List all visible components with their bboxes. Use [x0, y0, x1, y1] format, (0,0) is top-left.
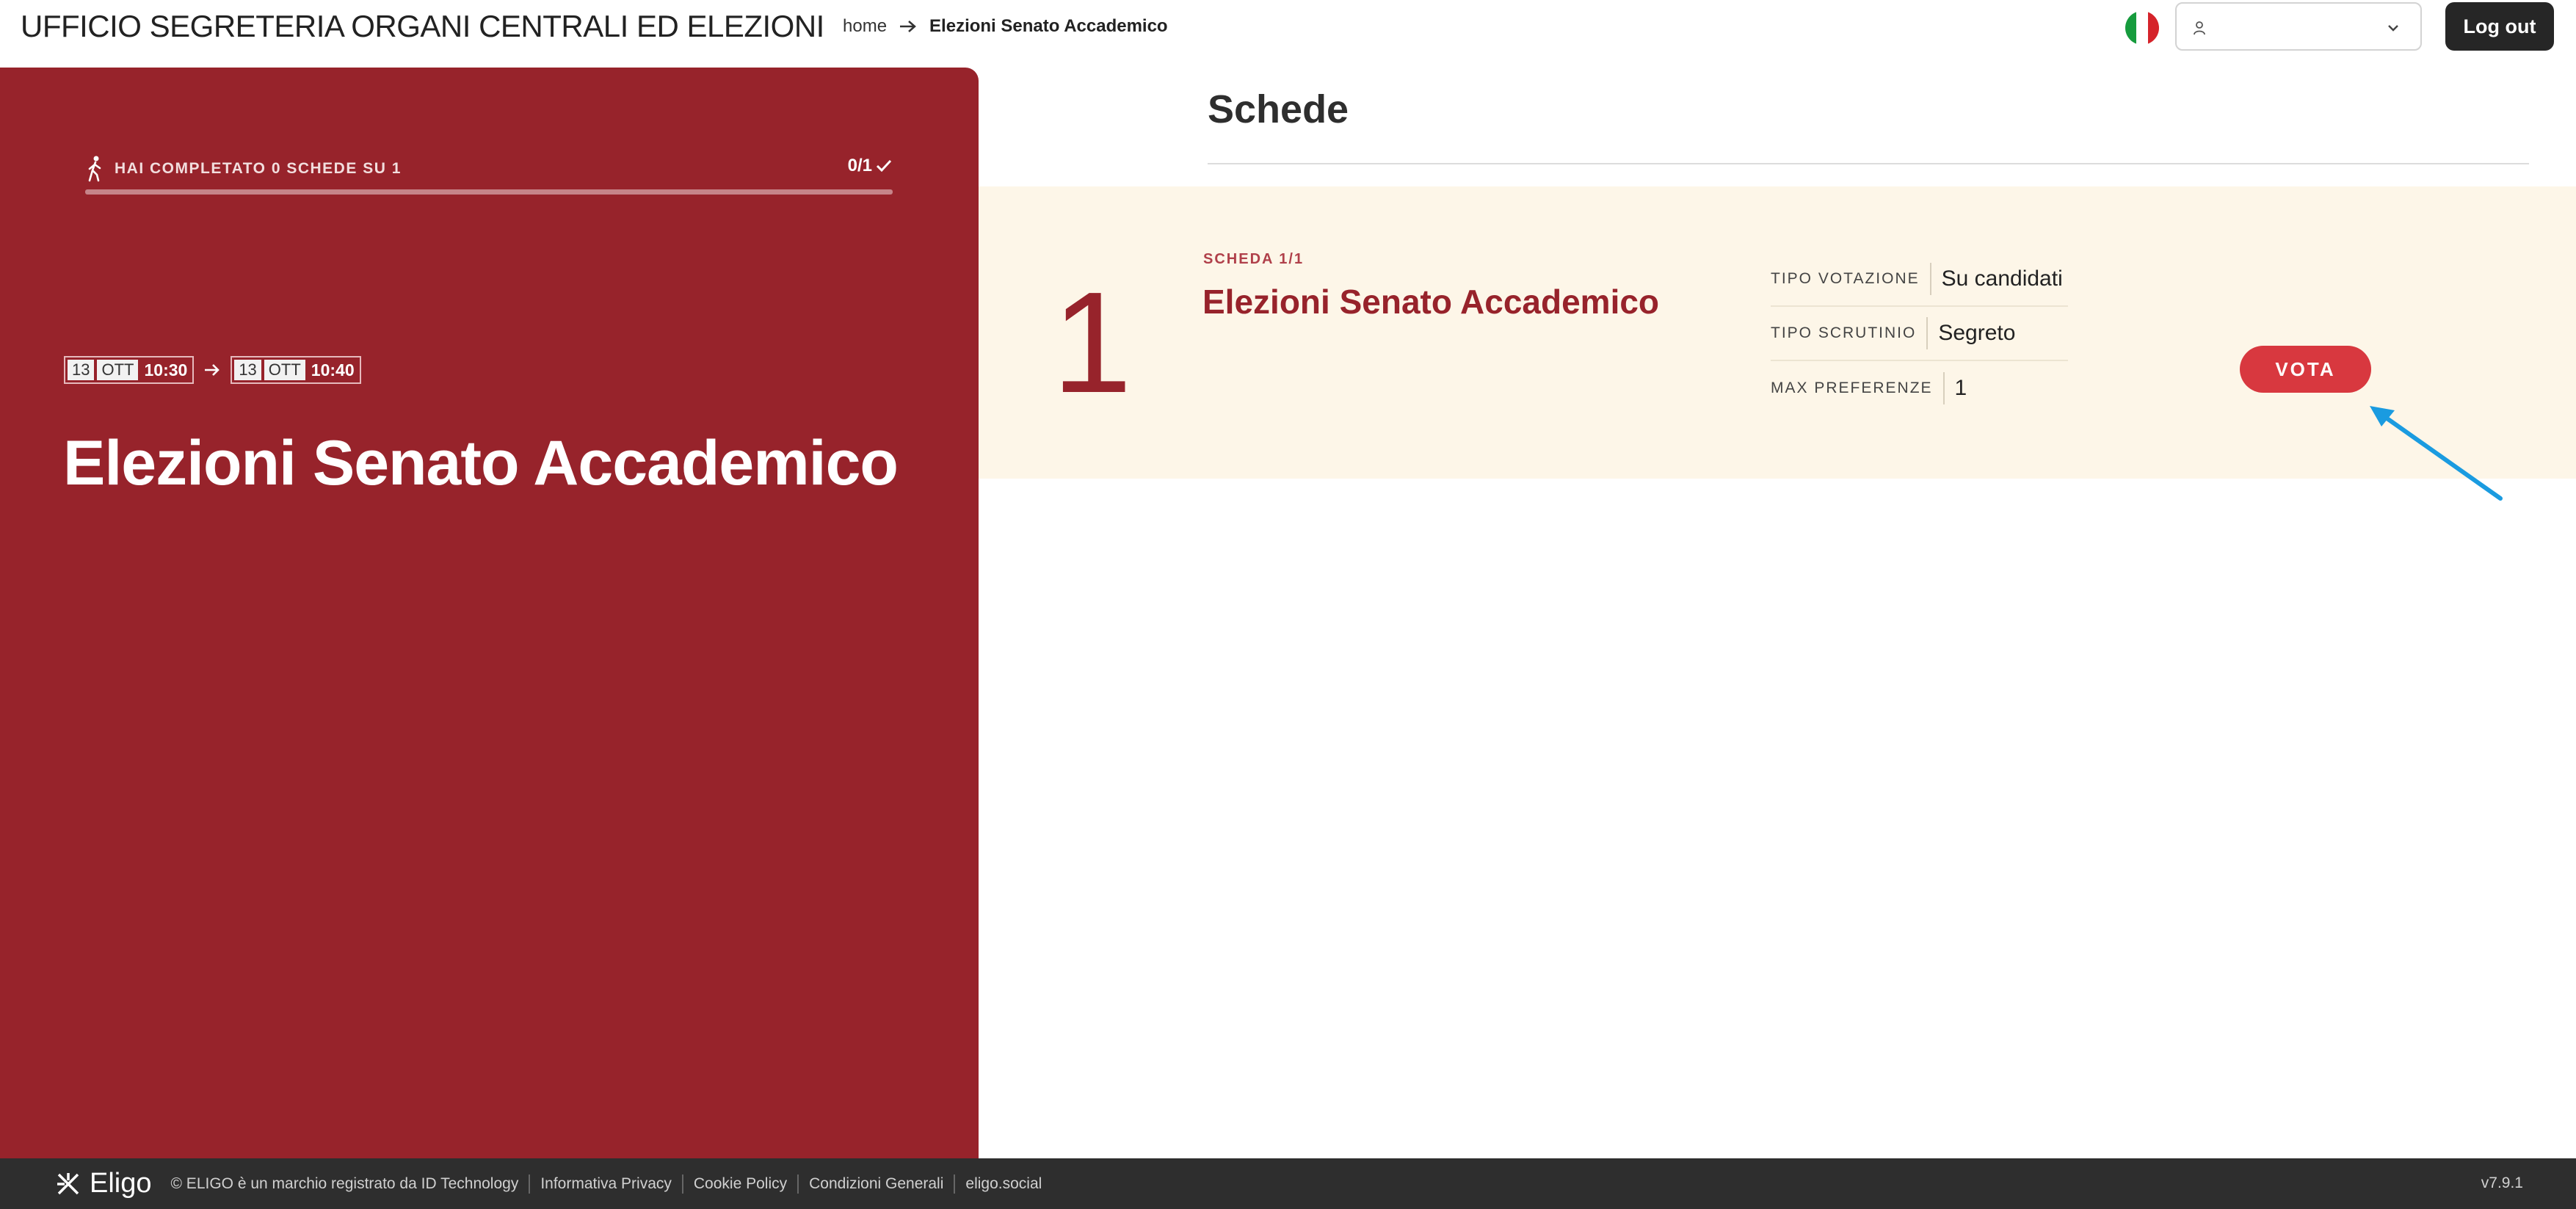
end-time: 10:40: [311, 360, 355, 380]
start-date: 13 OTT 10:30: [64, 356, 195, 384]
progress-row: HAI COMPLETATO 0 SCHEDE SU 1 0/1: [85, 154, 893, 184]
progress-text: HAI COMPLETATO 0 SCHEDE SU 1: [115, 160, 402, 177]
check-icon: [876, 159, 892, 173]
detail-value: Segreto: [1938, 321, 2016, 345]
vote-button[interactable]: VOTA: [2240, 346, 2371, 393]
election-title: Elezioni Senato Accademico: [63, 428, 899, 498]
detail-label: TIPO SCRUTINIO: [1771, 317, 1929, 349]
detail-label: MAX PREFERENZE: [1771, 372, 1945, 404]
annotation-arrow-icon: [2370, 406, 2503, 501]
copyright-text: © ELIGO è un marchio registrato da ID Te…: [170, 1174, 519, 1192]
user-select[interactable]: [2175, 2, 2422, 51]
start-time: 10:30: [144, 360, 188, 380]
version-text: v7.9.1: [2481, 1174, 2523, 1191]
ballot-card: 1 SCHEDA 1/1 Elezioni Senato Accademico …: [979, 186, 2576, 479]
footer-link-cookie[interactable]: Cookie Policy: [681, 1174, 797, 1194]
election-panel: HAI COMPLETATO 0 SCHEDE SU 1 0/1 13 OTT …: [0, 68, 979, 1158]
app-header: UFFICIO SEGRETERIA ORGANI CENTRALI ED EL…: [0, 0, 2576, 68]
start-month: OTT: [97, 360, 139, 380]
user-icon: [2194, 21, 2205, 35]
arrow-right-icon: [205, 364, 220, 376]
footer-link-eligo-social[interactable]: eligo.social: [954, 1174, 1052, 1194]
ballot-number: 1: [1052, 262, 1133, 423]
detail-row-max-preferenze: MAX PREFERENZE 1: [1771, 361, 2068, 415]
ballot-details: TIPO VOTAZIONE Su candidati TIPO SCRUTIN…: [1771, 253, 2068, 415]
breadcrumb: home Elezioni Senato Accademico: [843, 13, 1168, 40]
eligo-logo[interactable]: Eligo: [54, 1168, 152, 1199]
detail-label: TIPO VOTAZIONE: [1771, 263, 1931, 295]
flag-italy-icon[interactable]: [2125, 11, 2159, 45]
end-date: 13 OTT 10:40: [231, 356, 361, 384]
detail-row-tipo-scrutinio: TIPO SCRUTINIO Segreto: [1771, 307, 2068, 361]
walking-person-icon: [88, 156, 101, 182]
start-day: 13: [68, 360, 95, 380]
breadcrumb-current: Elezioni Senato Accademico: [929, 16, 1168, 36]
footer-link-privacy[interactable]: Informativa Privacy: [529, 1174, 682, 1194]
detail-row-tipo-votazione: TIPO VOTAZIONE Su candidati: [1771, 253, 2068, 307]
detail-value: Su candidati: [1941, 266, 2063, 291]
detail-value: 1: [1954, 376, 1967, 400]
date-range: 13 OTT 10:30 13 OTT 10:40: [64, 356, 361, 384]
org-title: UFFICIO SEGRETERIA ORGANI CENTRALI ED EL…: [21, 9, 824, 43]
ballot-kicker: SCHEDA 1/1: [1203, 251, 1305, 267]
progress-count: 0/1: [848, 156, 893, 176]
ballot-title: Elezioni Senato Accademico: [1202, 283, 1660, 321]
progress-bar: [85, 189, 893, 195]
footer-link-conditions[interactable]: Condizioni Generali: [797, 1174, 954, 1194]
arrow-right-icon: [900, 21, 916, 32]
breadcrumb-home-link[interactable]: home: [843, 13, 887, 40]
section-title: Schede: [1208, 87, 1349, 131]
logout-button[interactable]: Log out: [2445, 2, 2554, 51]
end-month: OTT: [264, 360, 305, 380]
app-footer: Eligo © ELIGO è un marchio registrato da…: [0, 1158, 2576, 1209]
brand-name: Eligo: [90, 1168, 152, 1199]
end-day: 13: [234, 360, 261, 380]
chevron-down-icon: [2388, 25, 2398, 32]
section-divider: [1208, 163, 2529, 164]
eligo-logo-icon: [57, 1172, 79, 1194]
